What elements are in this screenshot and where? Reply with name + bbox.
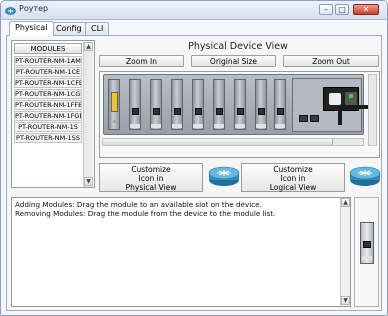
slot-label-plate (275, 124, 285, 128)
tab-physical[interactable]: Physical (9, 21, 54, 36)
window-title: Роутер (19, 4, 49, 13)
module-item[interactable]: PT-ROUTER-NM-1CFE (14, 78, 82, 88)
physical-device-view-title: Physical Device View (188, 41, 288, 52)
module-card-image (360, 222, 374, 264)
scroll-down-icon[interactable]: ▼ (341, 296, 350, 305)
module-item[interactable]: PT-ROUTER-NM-1FFE (14, 100, 82, 110)
scroll-up-icon[interactable]: ▲ (84, 42, 93, 51)
maximize-button[interactable]: □ (335, 4, 349, 15)
module-info-textbox[interactable]: Adding Modules: Drag the module to an av… (11, 197, 351, 307)
slot-led-icon (113, 120, 116, 123)
router-icon (208, 166, 240, 186)
power-led-icon (349, 94, 353, 98)
customize-physical-view-button[interactable]: Customize Icon in Physical View (99, 163, 203, 192)
module-slot[interactable] (255, 79, 267, 130)
port-icon (132, 108, 139, 115)
slot-label-plate (130, 124, 140, 128)
router-config-window: Роутер – □ ✕ Physical Config CLI MODULES… (0, 0, 388, 316)
console-port (111, 92, 118, 112)
module-slot[interactable] (213, 79, 225, 130)
slot-label-plate (193, 124, 203, 128)
info-scrollbar[interactable]: ▲ ▼ (340, 198, 350, 306)
router-app-icon (5, 7, 16, 15)
modules-header: MODULES (14, 43, 82, 54)
modules-scrollbar[interactable]: ▲ ▼ (83, 42, 93, 187)
module-item[interactable]: PT-ROUTER-NM-1CE (14, 67, 82, 77)
module-slot[interactable] (274, 79, 286, 130)
modules-list: MODULES PT-ROUTER-NM-1AM PT-ROUTER-NM-1C… (11, 40, 95, 188)
slot-label-plate (256, 124, 266, 128)
physical-device-canvas[interactable] (99, 71, 380, 158)
slot-label-plate (214, 124, 224, 128)
device-view-vertical-scrollbar[interactable] (368, 74, 377, 146)
minimize-button[interactable]: – (319, 4, 333, 15)
close-button[interactable]: ✕ (353, 4, 379, 15)
port-icon (237, 108, 244, 115)
module-slot[interactable] (171, 79, 183, 130)
module-slot[interactable] (150, 79, 162, 130)
module-slot[interactable] (129, 79, 141, 130)
scroll-up-icon[interactable]: ▲ (341, 198, 350, 207)
module-item[interactable]: PT-ROUTER-NM-1S (14, 122, 82, 132)
router-chassis[interactable] (103, 74, 368, 135)
module-label-plate (362, 256, 372, 260)
slot-label-plate (172, 124, 182, 128)
port-icon (174, 108, 181, 115)
info-line-adding: Adding Modules: Drag the module to an av… (15, 200, 262, 209)
module-slot[interactable] (234, 79, 246, 130)
module-item[interactable]: PT-ROUTER-NM-1CGE (14, 89, 82, 99)
tab-config[interactable]: Config (50, 22, 88, 35)
port-icon (277, 108, 284, 115)
router-icon (349, 166, 381, 186)
ethernet-port-icon (310, 115, 319, 122)
slot-label-plate (151, 124, 161, 128)
slot-label-plate (235, 124, 245, 128)
module-slot[interactable] (192, 79, 204, 130)
port-icon (363, 241, 371, 248)
title-bar[interactable]: Роутер – □ ✕ (1, 1, 387, 20)
power-panel (292, 78, 368, 132)
original-size-button[interactable]: Original Size (191, 55, 276, 67)
module-item[interactable]: PT-ROUTER-NM-1AM (14, 56, 82, 66)
scroll-down-icon[interactable]: ▼ (84, 177, 93, 186)
power-cable-icon (338, 105, 368, 125)
zoom-in-button[interactable]: Zoom In (99, 55, 184, 67)
customize-logical-view-button[interactable]: Customize Icon in Logical View (241, 163, 345, 192)
device-view-horizontal-scrollbar[interactable] (102, 138, 364, 146)
port-icon (153, 108, 160, 115)
module-preview (354, 197, 379, 307)
power-inlet-icon (329, 93, 341, 105)
module-slot[interactable] (108, 79, 120, 130)
module-item[interactable]: PT-ROUTER-NM-1FGE (14, 111, 82, 121)
physical-tab-content: MODULES PT-ROUTER-NM-1AM PT-ROUTER-NM-1C… (6, 35, 382, 311)
horizontal-scroll-thumb[interactable] (103, 139, 333, 145)
zoom-out-button[interactable]: Zoom Out (283, 55, 379, 67)
port-icon (195, 108, 202, 115)
module-item[interactable]: PT-ROUTER-NM-1SS (14, 133, 82, 143)
port-icon (258, 108, 265, 115)
ethernet-port-icon (299, 115, 308, 122)
port-icon (216, 108, 223, 115)
info-line-removing: Removing Modules: Drag the module from t… (15, 209, 276, 218)
tab-cli[interactable]: CLI (85, 22, 110, 35)
